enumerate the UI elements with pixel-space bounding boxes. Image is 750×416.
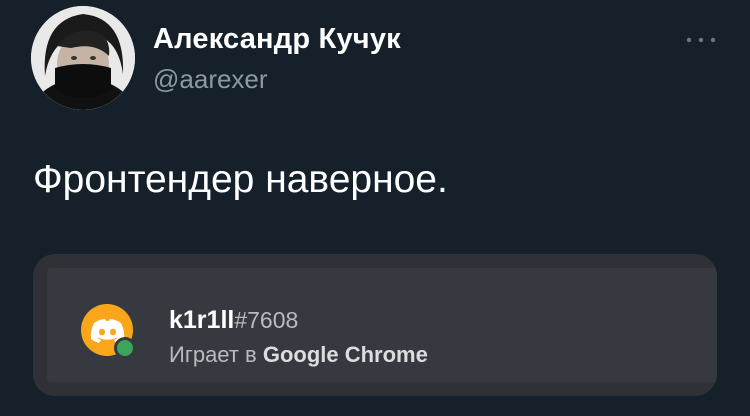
activity-app-name: Google Chrome — [262, 342, 428, 367]
discord-activity: Играет в Google Chrome — [169, 342, 428, 368]
discord-avatar — [81, 304, 137, 360]
more-options-icon[interactable] — [683, 32, 719, 48]
discord-username-line: k1r1ll#7608 — [169, 306, 298, 335]
author-handle[interactable]: @aarexer — [153, 64, 268, 95]
media-attachment[interactable]: k1r1ll#7608 Играет в Google Chrome — [33, 254, 717, 396]
online-status-icon — [117, 340, 133, 356]
discord-discriminator: #7608 — [234, 307, 299, 333]
discord-username: k1r1ll — [169, 306, 235, 334]
tweet: Александр Кучук @aarexer Фронтендер наве… — [0, 0, 750, 416]
tweet-text: Фронтендер наверное. — [33, 158, 448, 201]
author-avatar[interactable] — [31, 6, 135, 110]
activity-prefix: Играет в — [169, 342, 257, 367]
avatar-photo-icon — [31, 6, 135, 110]
author-display-name[interactable]: Александр Кучук — [153, 23, 401, 56]
discord-presence-card: k1r1ll#7608 Играет в Google Chrome — [47, 268, 717, 382]
